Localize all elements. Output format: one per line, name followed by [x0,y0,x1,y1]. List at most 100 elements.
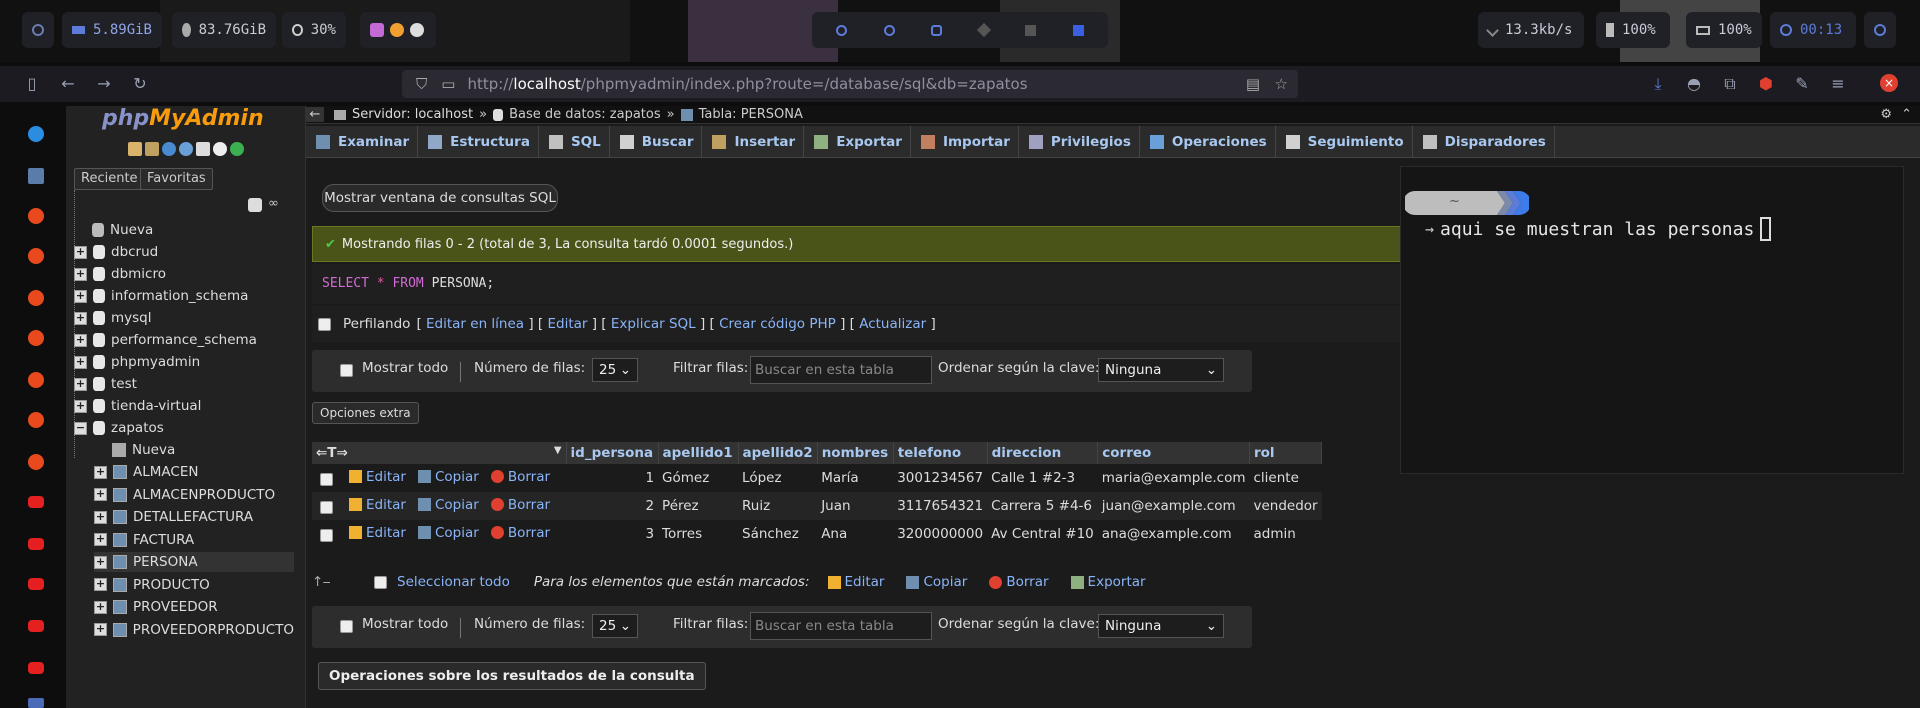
volume-widget[interactable]: 100% [1596,12,1670,48]
reddit-icon[interactable] [28,208,44,224]
cell-telefono[interactable]: 3001234567 [893,464,988,492]
column-resize-icon[interactable]: ⇐T⇒ [316,445,348,461]
expand-icon[interactable]: + [74,333,87,347]
tree-table-producto[interactable]: + PRODUCTO [94,575,294,595]
filter-input[interactable]: Buscar en esta tabla [750,612,932,640]
power-menu-button[interactable] [22,12,54,48]
edit-button[interactable]: Editar [349,525,406,541]
youtube-icon[interactable] [28,662,44,674]
tree-table-almacenproducto[interactable]: + ALMACENPRODUCTO [94,485,294,505]
workspace-1-icon[interactable] [836,24,848,36]
tab-privileges[interactable]: Privilegios [1019,126,1140,158]
cell-apellido1[interactable]: Pérez [658,492,739,520]
terminal-window[interactable]: ~ → aqui se muestran las personas [1400,166,1904,474]
youtube-icon[interactable] [28,538,44,550]
gear-icon[interactable]: ⚙ [1880,107,1892,122]
tab-recent[interactable]: Reciente [74,168,145,190]
delete-button[interactable]: Borrar [490,469,550,485]
tab-favorites[interactable]: Favoritas [140,168,213,190]
expand-icon[interactable]: + [94,488,107,501]
shield-icon[interactable]: ⛉ [416,75,427,93]
workspace-5-icon[interactable] [1025,24,1037,36]
tab-examine[interactable]: Examinar [306,126,419,158]
reddit-icon[interactable] [28,454,44,470]
url-bar[interactable]: ⛉ ▭ http://localhost/phpmyadmin/index.ph… [402,70,1298,98]
tree-database-mysql[interactable]: + mysql [74,308,152,328]
expand-icon[interactable]: + [74,399,87,413]
cell-nombres[interactable]: María [817,464,894,492]
copy-icon[interactable] [196,142,210,156]
sort-select[interactable]: Ninguna ⌄ [1098,358,1224,382]
shutdown-button[interactable] [1864,12,1896,48]
cell-correo[interactable]: maria@example.com [1097,464,1250,492]
copy-button[interactable]: Copiar [417,525,479,541]
expand-icon[interactable]: + [74,245,87,259]
show-all-checkbox[interactable] [340,620,353,633]
ublock-icon[interactable]: ⬢ [1756,74,1776,94]
profiling-link[interactable]: Crear código PHP [719,316,836,332]
cell-apellido1[interactable]: Gómez [658,464,739,492]
query-results-operations[interactable]: Operaciones sobre los resultados de la c… [318,662,706,690]
tab-search[interactable]: Buscar [610,126,703,158]
delete-button[interactable]: Borrar [490,497,550,513]
expand-icon[interactable]: + [74,267,87,281]
expand-icon[interactable]: + [94,555,107,569]
phpmyadmin-logo[interactable]: phpMyAdmin [102,106,264,131]
edit-button[interactable]: Editar [349,469,406,485]
extra-options-button[interactable]: Opciones extra [312,402,419,424]
mass-edit-button[interactable]: Editar [827,574,884,590]
cell-rol[interactable]: cliente [1249,464,1322,492]
breadcrumb-server[interactable]: Servidor: localhost [352,107,473,122]
edit-button[interactable]: Editar [349,497,406,513]
docs-icon[interactable] [179,142,193,156]
cloud-icon[interactable] [28,126,44,142]
reddit-icon[interactable] [28,372,44,388]
extensions-icon[interactable]: ⧉ [1720,74,1740,94]
menu-icon[interactable]: ≡ [1828,74,1848,94]
cell-apellido2[interactable]: Ruiz [738,492,818,520]
workspace-switcher[interactable] [812,12,1108,48]
bookmark-star-icon[interactable]: ☆ [1275,75,1288,93]
show-query-window-button[interactable]: Mostrar ventana de consultas SQL [322,184,558,212]
profiling-link[interactable]: Explicar SQL [611,316,696,332]
rows-select[interactable]: 25 ⌄ [592,358,638,382]
cell-telefono[interactable]: 3200000000 [893,520,988,548]
cell-id_persona[interactable]: 3 [566,520,659,548]
reddit-icon[interactable] [28,412,44,428]
tree-database-dbcrud[interactable]: + dbcrud [74,242,158,262]
reddit-icon[interactable] [28,330,44,346]
column-header-apellido1[interactable]: apellido1 [658,442,739,464]
tree-database-dbmicro[interactable]: + dbmicro [74,264,166,284]
tab-triggers[interactable]: Disparadores [1413,126,1555,158]
tab-sql[interactable]: SQL [539,126,610,158]
collapse-icon[interactable]: − [74,421,87,435]
profiling-link[interactable]: Actualizar [859,316,926,332]
column-header-telefono[interactable]: telefono [893,442,988,464]
copy-button[interactable]: Copiar [417,497,479,513]
expand-icon[interactable]: + [94,623,107,636]
tree-table-persona[interactable]: + PERSONA [94,552,294,572]
expand-icon[interactable]: + [74,289,87,303]
discord-icon[interactable] [370,23,384,37]
cell-rol[interactable]: admin [1249,520,1322,548]
cell-telefono[interactable]: 3117654321 [893,492,988,520]
reload-icon[interactable]: ↻ [130,74,150,94]
tab-insert[interactable]: Insertar [702,126,805,158]
cell-direccion[interactable]: Carrera 5 #4-6 [987,492,1098,520]
cell-apellido2[interactable]: Sánchez [738,520,818,548]
workspace-3-icon[interactable] [931,24,943,36]
workspace-2-icon[interactable] [883,24,895,36]
tab-tracking[interactable]: Seguimiento [1276,126,1413,158]
cell-correo[interactable]: ana@example.com [1097,520,1250,548]
column-header-rol[interactable]: rol [1249,442,1323,464]
youtube-icon[interactable] [28,496,44,508]
tree-table-detallefactura[interactable]: + DETALLEFACTURA [94,507,294,527]
palette-icon[interactable]: ✎ [1792,74,1812,94]
tab-export[interactable]: Exportar [804,126,911,158]
delete-button[interactable]: Borrar [490,525,550,541]
breadcrumb-table[interactable]: Tabla: PERSONA [699,107,803,122]
row-checkbox[interactable] [320,500,333,514]
youtube-icon[interactable] [28,578,44,590]
cell-direccion[interactable]: Av Central #10 [987,520,1098,548]
help-icon[interactable] [162,142,176,156]
